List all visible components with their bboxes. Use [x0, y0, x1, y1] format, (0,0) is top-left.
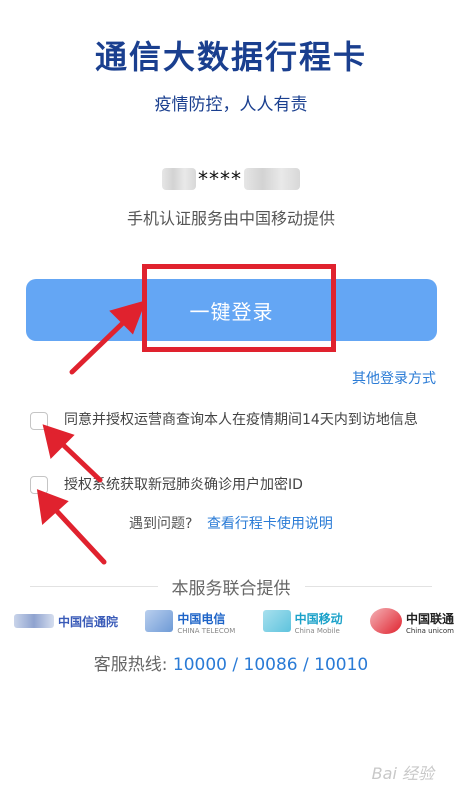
divider-line-right — [304, 585, 432, 587]
arrow-to-checkbox1-head — [42, 424, 75, 459]
unicom-sub: China unicom — [405, 626, 454, 635]
hotline-label: 客服热线: — [93, 655, 168, 675]
masked-phone-number: **** — [0, 166, 462, 192]
logo-china-unicom: 中国联通 China unicom — [369, 608, 454, 635]
mobile-sub: China Mobile — [294, 626, 340, 635]
telecom-name: 中国电信 — [177, 611, 226, 626]
caict-logo-icon — [14, 614, 54, 628]
consent-checkbox-encrypted-id[interactable] — [30, 476, 48, 494]
usage-guide-link[interactable]: 查看行程卡使用说明 — [207, 516, 333, 532]
mobile-logo-icon — [262, 610, 291, 632]
telecom-sub: CHINA TELECOM — [177, 626, 236, 635]
other-login-methods-link[interactable]: 其他登录方式 — [352, 368, 436, 388]
consent-text-encrypted-id: 授权系统获取新冠肺炎确诊用户加密ID — [64, 477, 303, 493]
blurred-digits-left — [162, 168, 196, 190]
caict-name: 中国信通院 — [58, 614, 119, 629]
consent-text-location: 同意并授权运营商查询本人在疫情期间14天内到访地信息 — [64, 412, 418, 428]
annotation-arrows — [36, 300, 147, 565]
logo-china-telecom: 中国电信 CHINA TELECOM — [145, 608, 235, 635]
page-title: 通信大数据行程卡 — [94, 38, 367, 76]
blurred-digits-right — [244, 168, 300, 190]
help-row: 遇到问题? 查看行程卡使用说明 — [0, 513, 462, 533]
providers-heading: 本服务联合提供 — [171, 578, 291, 599]
provider-logos: 中国信通院 中国电信 CHINA TELECOM 中国移动 China Mobi… — [14, 604, 454, 638]
customer-hotline: 客服热线: 10000 / 10086 / 10010 — [0, 650, 462, 675]
baidu-watermark: Bai 经验 — [371, 764, 434, 783]
logo-china-mobile: 中国移动 China Mobile — [262, 608, 343, 635]
mobile-name: 中国移动 — [294, 611, 343, 626]
auth-provider-note: 手机认证服务由中国移动提供 — [126, 209, 335, 228]
annotation-highlight-box — [142, 264, 336, 352]
logo-caict: 中国信通院 — [14, 613, 118, 630]
providers-divider: 本服务联合提供 — [30, 574, 432, 599]
unicom-name: 中国联通 — [405, 611, 454, 626]
phone-mask: **** — [198, 167, 242, 191]
hotline-numbers[interactable]: 10000 / 10086 / 10010 — [173, 655, 368, 675]
telecom-logo-icon — [145, 610, 174, 632]
unicom-logo-icon — [369, 608, 402, 634]
divider-line-left — [30, 585, 158, 587]
consent-checkbox-location[interactable] — [30, 412, 48, 430]
page-subtitle: 疫情防控，人人有责 — [154, 95, 308, 115]
help-question: 遇到问题? — [129, 516, 193, 532]
